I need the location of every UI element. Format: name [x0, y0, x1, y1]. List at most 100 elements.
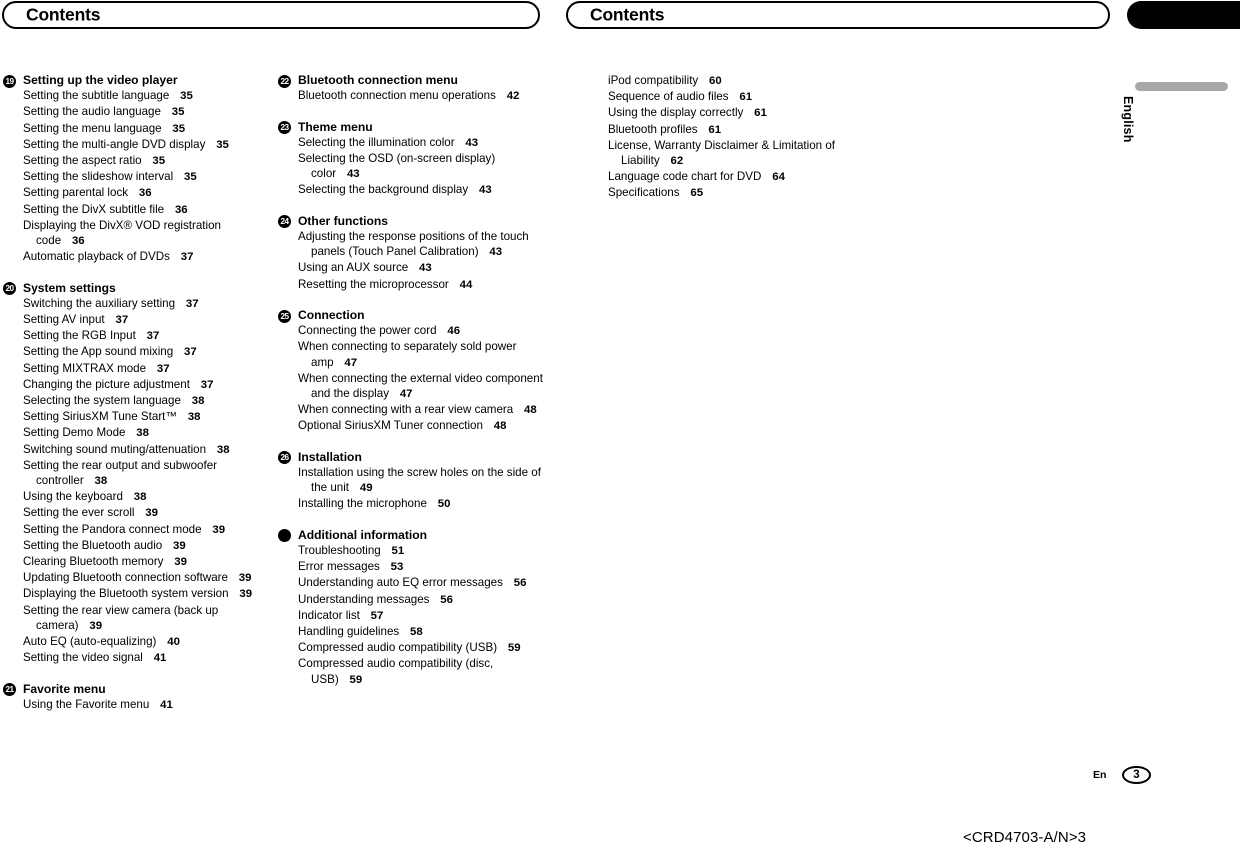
toc-entry[interactable]: Sequence of audio files 61 [588, 89, 878, 105]
toc-entry[interactable]: Installing the microphone 50 [278, 496, 546, 512]
toc-entry[interactable]: Specifications 65 [588, 185, 878, 201]
toc-entry[interactable]: Auto EQ (auto-equalizing) 40 [3, 634, 271, 650]
toc-section: 23 Theme menu Selecting the illumination c… [278, 120, 546, 199]
toc-entry[interactable]: Setting the Pandora connect mode 39 [3, 522, 271, 538]
toc-entry[interactable]: Setting MIXTRAX mode 37 [3, 361, 271, 377]
toc-entry[interactable]: Setting the slideshow interval 35 [3, 169, 271, 185]
toc-entry-page: 35 [167, 106, 185, 119]
toc-entry-page: 50 [433, 498, 451, 511]
toc-entry[interactable]: Setting AV input 37 [3, 312, 271, 328]
toc-entry-label: When connecting with a rear view camera [298, 403, 514, 417]
toc-entry-page: 36 [134, 187, 152, 200]
toc-entry-page: 56 [509, 577, 527, 590]
toc-entry[interactable]: Switching sound muting/attenuation 38 [3, 442, 271, 458]
toc-entry[interactable]: Language code chart for DVD 64 [588, 169, 878, 185]
toc-entry[interactable]: Setting the RGB Input 37 [3, 328, 271, 344]
toc-entry[interactable]: Selecting the illumination color 43 [278, 135, 546, 151]
toc-entry-label: Updating Bluetooth connection software [23, 571, 228, 585]
toc-entry[interactable]: When connecting the external video compo… [278, 371, 546, 402]
toc-entry[interactable]: Troubleshooting 51 [278, 543, 546, 559]
toc-entry[interactable]: When connecting to separately sold power… [278, 339, 546, 370]
toc-entry[interactable]: Setting the aspect ratio 35 [3, 153, 271, 169]
toc-section-heading[interactable]: 24 Other functions [278, 214, 546, 229]
toc-entry-page: 37 [110, 314, 129, 327]
toc-entry[interactable]: Displaying the Bluetooth system version … [3, 586, 271, 602]
toc-entry[interactable]: Error messages 53 [278, 559, 546, 575]
toc-entry-label: Setting the menu language [23, 121, 162, 135]
toc-section-heading[interactable]: 21 Favorite menu [3, 682, 271, 697]
toc-entry[interactable]: Setting the App sound mixing 37 [3, 344, 271, 360]
toc-entry[interactable]: Bluetooth connection menu operations 42 [278, 88, 546, 104]
toc-entry-label: Setting MIXTRAX mode [23, 361, 147, 375]
toc-entry-page: 38 [131, 427, 149, 440]
toc-entry[interactable]: Installation using the screw holes on th… [278, 465, 546, 496]
toc-entry[interactable]: Compressed audio compatibility (disc, US… [278, 656, 546, 687]
toc-section-heading[interactable]: 19 Setting up the video player [3, 73, 271, 88]
toc-entry[interactable]: Setting the ever scroll 39 [3, 505, 271, 521]
bullet-icon [278, 529, 291, 543]
toc-section: 25 Connection Connecting the power cord 46… [278, 308, 546, 435]
toc-entry[interactable]: Understanding messages 56 [278, 592, 546, 608]
toc-entry[interactable]: Selecting the system language 38 [3, 393, 271, 409]
toc-entry-label: Displaying the DivX® VOD registration co… [23, 218, 221, 248]
toc-entry[interactable]: Automatic playback of DVDs 37 [3, 249, 271, 265]
toc-entry[interactable]: Switching the auxiliary setting 37 [3, 296, 271, 312]
toc-entry-page: 59 [503, 642, 521, 655]
toc-entry[interactable]: Indicator list 57 [278, 608, 546, 624]
toc-entry[interactable]: Changing the picture adjustment 37 [3, 377, 271, 393]
toc-entry[interactable]: Using an AUX source 43 [278, 260, 546, 276]
toc-section-heading[interactable]: 26 Installation [278, 450, 546, 465]
toc-entry-page: 59 [344, 673, 363, 686]
toc-entry[interactable]: Setting the rear view camera (back up ca… [3, 603, 271, 634]
toc-entry[interactable]: Selecting the background display 43 [278, 182, 546, 198]
toc-entry[interactable]: Setting the subtitle language 35 [3, 88, 271, 104]
toc-entry[interactable]: Setting parental lock 36 [3, 185, 271, 201]
toc-entry-label: Installing the microphone [298, 497, 427, 511]
toc-entry-label: Using the display correctly [608, 106, 744, 120]
toc-entry[interactable]: License, Warranty Disclaimer & Limitatio… [588, 138, 878, 169]
toc-entry[interactable]: Setting SiriusXM Tune Start™ 38 [3, 409, 271, 425]
toc-section-title: Connection [298, 308, 365, 322]
toc-entry[interactable]: Using the display correctly 61 [588, 105, 878, 121]
toc-entry-label: Using an AUX source [298, 261, 409, 275]
toc-entry[interactable]: Connecting the power cord 46 [278, 323, 546, 339]
toc-entry[interactable]: Setting Demo Mode 38 [3, 425, 271, 441]
toc-entry[interactable]: Setting the audio language 35 [3, 104, 271, 120]
toc-entry[interactable]: Updating Bluetooth connection software 3… [3, 570, 271, 586]
toc-entry-label: Indicator list [298, 608, 360, 622]
toc-entry-page: 40 [162, 636, 180, 649]
toc-entry[interactable]: Bluetooth profiles 61 [588, 122, 878, 138]
toc-entry-page: 35 [179, 171, 197, 184]
toc-entry[interactable]: Handling guidelines 58 [278, 624, 546, 640]
toc-entry[interactable]: Setting the video signal 41 [3, 650, 271, 666]
toc-entry-label: Setting the audio language [23, 105, 161, 119]
toc-entry[interactable]: Adjusting the response positions of the … [278, 229, 546, 260]
toc-section-heading[interactable]: Additional information [278, 528, 546, 543]
contents-header-left: Contents [2, 1, 540, 29]
toc-entry[interactable]: Selecting the OSD (on-screen display) co… [278, 151, 546, 182]
toc-entry[interactable]: Understanding auto EQ error messages 56 [278, 575, 546, 591]
toc-entry[interactable]: Setting the DivX subtitle file 36 [3, 202, 271, 218]
toc-entry[interactable]: Setting the multi-angle DVD display 35 [3, 137, 271, 153]
toc-entry[interactable]: Optional SiriusXM Tuner connection 48 [278, 418, 546, 434]
toc-section-heading[interactable]: 20 System settings [3, 281, 271, 296]
toc-entry[interactable]: Setting the rear output and subwoofer co… [3, 458, 271, 489]
toc-entry[interactable]: When connecting with a rear view camera … [278, 402, 546, 418]
toc-column-1: 19 Setting up the video player Setting the… [3, 73, 271, 713]
toc-entry[interactable]: Resetting the microprocessor 44 [278, 277, 546, 293]
toc-entry-page: 47 [339, 356, 358, 369]
toc-entry[interactable]: Compressed audio compatibility (USB) 59 [278, 640, 546, 656]
toc-entry[interactable]: Using the keyboard 38 [3, 489, 271, 505]
toc-section-heading[interactable]: 23 Theme menu [278, 120, 546, 135]
toc-entry[interactable]: Using the Favorite menu 41 [3, 697, 271, 713]
toc-entry[interactable]: Clearing Bluetooth memory 39 [3, 554, 271, 570]
toc-entry[interactable]: Setting the Bluetooth audio 39 [3, 538, 271, 554]
toc-entry-label: Setting the ever scroll [23, 506, 135, 520]
toc-entry[interactable]: Setting the menu language 35 [3, 121, 271, 137]
toc-entry-label: Setting the subtitle language [23, 89, 170, 103]
toc-section-heading[interactable]: 22 Bluetooth connection menu [278, 73, 546, 88]
toc-entry[interactable]: Displaying the DivX® VOD registration co… [3, 218, 271, 249]
toc-section-heading[interactable]: 25 Connection [278, 308, 546, 323]
toc-entry[interactable]: iPod compatibility 60 [588, 73, 878, 89]
toc-entry-label: Language code chart for DVD [608, 170, 762, 184]
